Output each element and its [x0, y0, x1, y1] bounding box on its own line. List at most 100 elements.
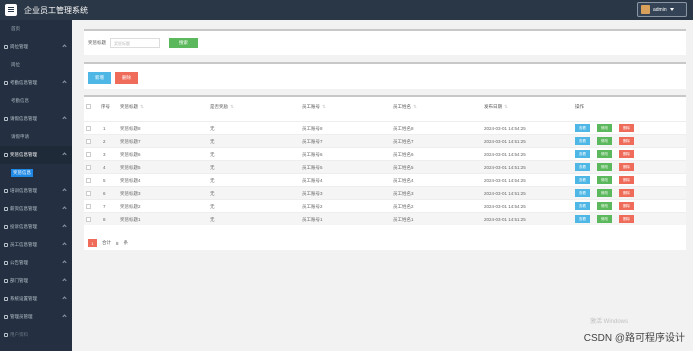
cell-date: 2024-03-01 14:54:25	[484, 204, 526, 209]
row-checkbox[interactable]	[86, 204, 91, 209]
sidebar-group-salary[interactable]: 薪资信息管理	[0, 200, 72, 218]
edit-button[interactable]: 修改	[597, 202, 612, 210]
batch-delete-button[interactable]: 删除	[115, 72, 138, 84]
column-header[interactable]: 发布日期 ⇅	[484, 104, 508, 110]
table-row: 8 奖惩标题1 无 员工账号1 员工姓名1 2024-03-01 14:51:2…	[84, 212, 686, 225]
grid-icon	[4, 117, 8, 121]
delete-button[interactable]: 删除	[619, 137, 634, 145]
view-button[interactable]: 查看	[575, 176, 590, 184]
total-suffix: 条	[123, 240, 129, 245]
column-header-label: 员工账号	[302, 104, 320, 109]
delete-button[interactable]: 删除	[619, 124, 634, 132]
view-button[interactable]: 查看	[575, 150, 590, 158]
cell-date: 2024-03-01 14:51:25	[484, 139, 526, 144]
cell-reward: 无	[210, 217, 215, 222]
user-menu[interactable]: admin	[637, 2, 687, 17]
search-button[interactable]: 搜索	[169, 38, 198, 48]
column-header[interactable]: 序号	[101, 104, 110, 110]
row-checkbox[interactable]	[86, 191, 91, 196]
column-header-label: 序号	[101, 104, 110, 109]
edit-button[interactable]: 修改	[597, 150, 612, 158]
delete-button[interactable]: 删除	[619, 163, 634, 171]
column-header[interactable]: 员工姓名 ⇅	[393, 104, 417, 110]
edit-button[interactable]: 修改	[597, 163, 612, 171]
cell-name: 员工姓名7	[393, 139, 414, 144]
column-header: 操作	[575, 104, 584, 110]
add-button[interactable]: 新增	[88, 72, 111, 84]
sidebar-group-complaints[interactable]: 投诉信息管理	[0, 218, 72, 236]
cell-name: 员工姓名8	[393, 126, 414, 131]
row-index: 6	[103, 191, 106, 196]
delete-button[interactable]: 删除	[619, 202, 634, 210]
view-button[interactable]: 查看	[575, 215, 590, 223]
sidebar-group-notices[interactable]: 公告管理	[0, 254, 72, 272]
row-checkbox[interactable]	[86, 217, 91, 222]
row-checkbox[interactable]	[86, 152, 91, 157]
total-prefix: 合计	[102, 240, 111, 245]
chevron-up-icon	[62, 152, 67, 157]
sidebar-group-profile[interactable]: 用户资料	[0, 326, 72, 344]
view-button[interactable]: 查看	[575, 163, 590, 171]
row-checkbox[interactable]	[86, 139, 91, 144]
sidebar-group-leave[interactable]: 请假信息管理	[0, 110, 72, 128]
sidebar-item-label: 岗位管理	[10, 44, 28, 49]
edit-button[interactable]: 修改	[597, 124, 612, 132]
delete-button[interactable]: 删除	[619, 176, 634, 184]
column-header[interactable]: 奖惩标题 ⇅	[120, 104, 144, 110]
windows-activation-text: 激活 Windows	[590, 319, 629, 325]
row-checkbox[interactable]	[86, 165, 91, 170]
sidebar-item-label: 薪资信息管理	[10, 206, 37, 211]
sidebar-item-attendance[interactable]: 考勤信息	[0, 92, 72, 110]
sidebar-group-employees[interactable]: 员工信息管理	[0, 236, 72, 254]
cell-name: 员工姓名3	[393, 191, 414, 196]
sidebar-group-rewards[interactable]: 奖惩信息管理	[0, 146, 72, 164]
view-button[interactable]: 查看	[575, 202, 590, 210]
view-button[interactable]: 查看	[575, 124, 590, 132]
sidebar-group-admins[interactable]: 管理员管理	[0, 308, 72, 326]
row-index: 8	[103, 217, 106, 222]
delete-button[interactable]: 删除	[619, 150, 634, 158]
grid-icon	[4, 45, 8, 49]
column-header[interactable]: 是否奖励 ⇅	[210, 104, 234, 110]
sidebar-group-departments[interactable]: 部门管理	[0, 272, 72, 290]
chevron-down-icon	[62, 206, 67, 211]
sidebar-item-rewards[interactable]: 奖惩信息	[0, 164, 72, 182]
row-checkbox[interactable]	[86, 178, 91, 183]
chevron-down-icon	[62, 260, 67, 265]
sidebar-item-position[interactable]: 岗位	[0, 56, 72, 74]
column-header-label: 发布日期	[484, 104, 502, 109]
grid-icon	[4, 279, 8, 283]
sidebar-item-leave[interactable]: 请假申请	[0, 128, 72, 146]
sidebar-group-attendance[interactable]: 考勤信息管理	[0, 74, 72, 92]
cell-title: 奖惩标题2	[120, 204, 141, 209]
column-header-label: 操作	[575, 104, 584, 109]
view-button[interactable]: 查看	[575, 137, 590, 145]
delete-button[interactable]: 删除	[619, 189, 634, 197]
sort-icon: ⇅	[504, 104, 508, 109]
search-input[interactable]	[110, 38, 160, 48]
column-header[interactable]: 员工账号 ⇅	[302, 104, 326, 110]
grid-icon	[4, 243, 8, 247]
view-button[interactable]: 查看	[575, 189, 590, 197]
page-button-current[interactable]: 1	[88, 239, 97, 247]
menu-toggle-icon[interactable]	[5, 4, 17, 16]
sidebar-item-label: 奖惩信息	[11, 169, 33, 177]
cell-name: 员工姓名5	[393, 165, 414, 170]
cell-account: 员工账号7	[302, 139, 323, 144]
sidebar-group-training[interactable]: 培训信息管理	[0, 182, 72, 200]
edit-button[interactable]: 修改	[597, 215, 612, 223]
table-row: 5 奖惩标题4 无 员工账号4 员工姓名4 2024-03-01 14:54:2…	[84, 173, 686, 186]
edit-button[interactable]: 修改	[597, 137, 612, 145]
total-count: 8	[116, 240, 119, 246]
cell-reward: 无	[210, 204, 215, 209]
sidebar-group-positions[interactable]: 岗位管理	[0, 38, 72, 56]
delete-button[interactable]: 删除	[619, 215, 634, 223]
select-all-checkbox[interactable]	[86, 104, 91, 109]
row-checkbox[interactable]	[86, 126, 91, 131]
sidebar-group-settings[interactable]: 系统设置管理	[0, 290, 72, 308]
cell-reward: 无	[210, 139, 215, 144]
edit-button[interactable]: 修改	[597, 176, 612, 184]
sidebar-item-home[interactable]: 首页	[0, 20, 72, 38]
edit-button[interactable]: 修改	[597, 189, 612, 197]
chevron-up-icon	[62, 44, 67, 49]
